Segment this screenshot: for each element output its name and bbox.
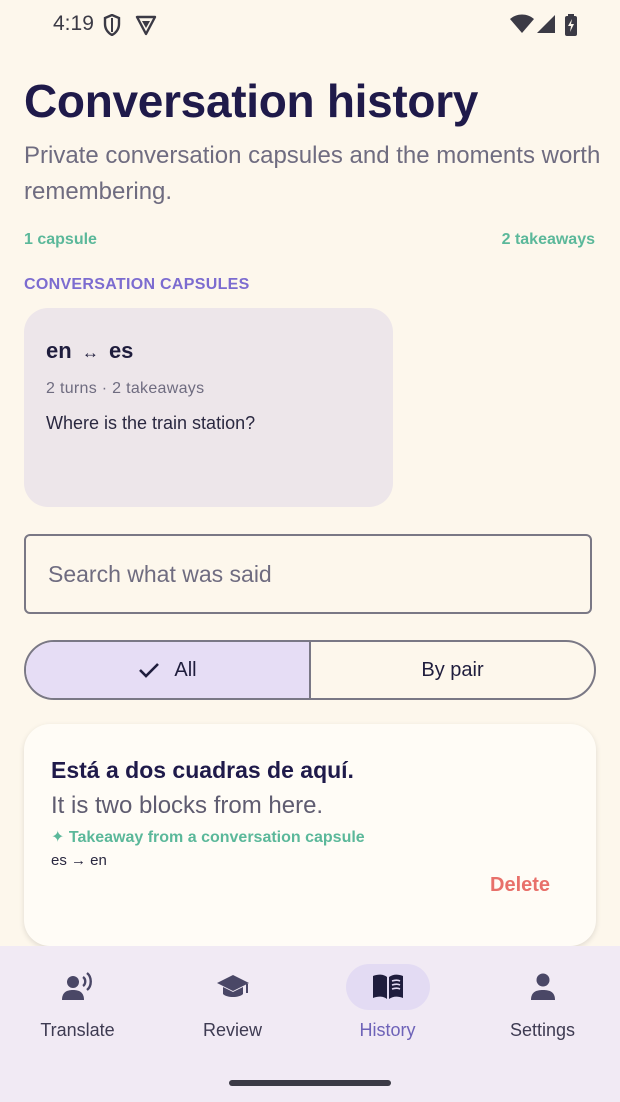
home-indicator[interactable] [229, 1080, 391, 1086]
status-time: 4:19 [53, 12, 94, 35]
cell-signal-icon [537, 15, 555, 33]
takeaway-source: ✦ Takeaway from a conversation capsule [51, 827, 365, 847]
swap-arrow-icon: ↔ [81, 343, 99, 362]
nav-label: History [359, 1020, 416, 1040]
open-book-icon [372, 974, 403, 999]
takeaway-card: Está a dos cuadras de aquí. It is two bl… [24, 724, 596, 946]
person-icon [530, 973, 555, 1000]
pair-to: es [108, 338, 134, 363]
nav-item-history[interactable]: History [310, 946, 465, 1056]
capsule-language-pair: en ↔ es [46, 338, 133, 364]
takeaway-source-text: Takeaway from a conversation capsule [68, 829, 365, 846]
shield-icon [103, 14, 121, 36]
nav-label: Settings [509, 1020, 576, 1040]
filter-segmented-control: All By pair [24, 640, 596, 700]
takeaway-original: Está a dos cuadras de aquí. [51, 757, 354, 783]
filter-all-button[interactable]: All [26, 642, 311, 698]
bottom-navigation: Translate Review History Settings [0, 946, 620, 1102]
takeaway-direction: es → en [51, 852, 107, 869]
capsule-meta: 2 turns · 2 takeaways [46, 380, 205, 397]
delete-button[interactable]: Delete [490, 874, 550, 897]
filter-by-pair-label: By pair [421, 658, 484, 681]
filter-by-pair-button[interactable]: By pair [311, 642, 594, 698]
section-label-capsules: CONVERSATION CAPSULES [24, 276, 250, 293]
search-input[interactable] [24, 534, 592, 614]
page-title: Conversation history [24, 75, 479, 127]
takeaway-count: 2 takeaways [501, 231, 595, 248]
capsule-card[interactable]: en ↔ es 2 turns · 2 takeaways Where is t… [24, 308, 393, 507]
filter-all-label: All [174, 658, 197, 681]
capsule-count: 1 capsule [24, 231, 97, 248]
page-subtitle: Private conversation capsules and the mo… [24, 142, 601, 205]
capsule-preview: Where is the train station? [46, 413, 256, 433]
pair-from: en [46, 338, 72, 363]
nav-item-review[interactable]: Review [155, 946, 310, 1056]
vpn-shield-icon [135, 15, 157, 36]
nav-item-translate[interactable]: Translate [0, 946, 155, 1056]
takeaway-translation: It is two blocks from here. [51, 792, 324, 819]
graduation-cap-icon [216, 975, 249, 997]
battery-charging-icon [565, 14, 577, 36]
speaking-person-icon [61, 972, 92, 1000]
nav-label: Translate [40, 1020, 115, 1040]
nav-label: Review [202, 1020, 263, 1040]
status-bar: 4:19 [0, 0, 620, 52]
wifi-icon [510, 14, 534, 33]
nav-item-settings[interactable]: Settings [465, 946, 620, 1056]
sparkle-icon: ✦ [51, 829, 65, 846]
check-icon [139, 663, 160, 678]
